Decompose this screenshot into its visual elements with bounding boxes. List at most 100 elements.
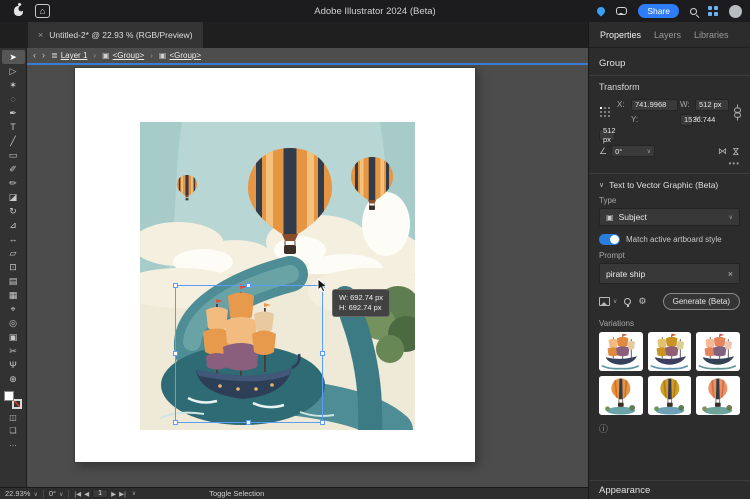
variation-thumbnail-1[interactable] (599, 332, 643, 371)
artboard-number-field[interactable]: 1 (92, 489, 108, 498)
w-label: W: (680, 100, 693, 109)
h-input[interactable]: 512 px (599, 129, 615, 141)
selection-handle[interactable] (173, 420, 178, 425)
gear-icon[interactable]: ⚙ (638, 296, 646, 307)
variation-thumbnail-4[interactable] (599, 376, 643, 415)
eraser-tool[interactable]: ◪ (2, 190, 25, 204)
edit-toolbar-ellipsis[interactable]: … (9, 439, 17, 448)
subject-icon: ▣ (606, 213, 614, 222)
lightbulb-icon[interactable] (624, 298, 631, 305)
subject-type-value: Subject (619, 212, 724, 222)
breadcrumb-item[interactable]: ▣<Group> (159, 51, 201, 60)
slice-tool[interactable]: ✂ (2, 344, 25, 358)
breadcrumb-item[interactable]: ≣Layer 1 (51, 51, 87, 60)
style-picker-icon[interactable] (599, 297, 610, 306)
back-chevron-icon[interactable]: ‹ (33, 51, 36, 60)
ttv-section-header[interactable]: ∨ Text to Vector Graphic (Beta) (599, 180, 740, 190)
w-input[interactable]: 512 px (695, 99, 729, 111)
clear-prompt-icon[interactable]: × (728, 269, 733, 279)
reference-point-locator[interactable] (599, 106, 611, 118)
type-tool[interactable]: T (2, 120, 25, 134)
rotation-angle-select[interactable]: 0°∨ (611, 145, 655, 157)
share-button[interactable]: Share (638, 4, 679, 18)
comments-icon[interactable] (616, 7, 627, 15)
artboard-tool[interactable]: ▣ (2, 330, 25, 344)
prompt-input[interactable]: pirate ship × (599, 263, 740, 284)
shape-builder-tool[interactable]: ⊡ (2, 260, 25, 274)
width-tool[interactable]: ↔ (2, 232, 25, 246)
pen-tool[interactable]: ✒ (2, 106, 25, 120)
close-tab-icon[interactable]: × (38, 30, 43, 40)
mouse-cursor-icon (317, 278, 328, 298)
generate-button[interactable]: Generate (Beta) (663, 293, 740, 310)
selection-handle[interactable] (246, 420, 251, 425)
direct-selection-tool[interactable]: ▷ (2, 64, 25, 78)
first-artboard-button[interactable]: |◀ (74, 490, 81, 498)
subject-type-dropdown[interactable]: ▣ Subject ∨ (599, 208, 740, 226)
paintbrush-tool[interactable]: ✐ (2, 162, 25, 176)
flip-horizontal-icon[interactable]: ⋈ (718, 146, 727, 157)
panel-tab-layers[interactable]: Layers (654, 30, 681, 40)
fill-stroke-swatches[interactable] (4, 391, 22, 409)
selection-handle[interactable] (246, 283, 251, 288)
droplet-icon[interactable] (596, 5, 607, 16)
panel-tab-properties[interactable]: Properties (600, 30, 641, 40)
variation-thumbnail-5[interactable] (648, 376, 692, 415)
breadcrumb-item[interactable]: ▣<Group> (102, 51, 144, 60)
hand-tool[interactable]: Ψ (2, 358, 25, 372)
panel-tabs: Properties Layers Libraries (589, 22, 750, 48)
document-tab[interactable]: × Untitled-2* @ 22.93 % (RGB/Preview) (28, 22, 203, 48)
prompt-value: pirate ship (606, 269, 728, 279)
draw-mode-icon[interactable]: ◫ (9, 413, 17, 422)
line-segment-tool[interactable]: ╱ (2, 134, 25, 148)
selection-bounding-box[interactable] (175, 285, 323, 423)
y-input[interactable]: 1536.744 (680, 114, 693, 126)
macos-menubar: ⌂ Adobe Illustrator 2024 (Beta) Share (0, 0, 750, 22)
variations-grid (599, 332, 740, 415)
variation-thumbnail-2[interactable] (648, 332, 692, 371)
last-artboard-button[interactable]: ▶| (119, 490, 126, 498)
scale-tool[interactable]: ⊿ (2, 218, 25, 232)
flip-vertical-icon[interactable]: ⋈ (730, 147, 741, 156)
selection-handle[interactable] (320, 420, 325, 425)
gradient-tool[interactable]: ▤ (2, 274, 25, 288)
free-transform-tool[interactable]: ▱ (2, 246, 25, 260)
account-avatar[interactable] (729, 5, 742, 18)
previous-artboard-button[interactable]: ◀ (84, 490, 89, 498)
next-artboard-button[interactable]: ▶ (111, 490, 116, 498)
apps-grid-icon[interactable] (708, 6, 718, 16)
fill-swatch[interactable] (4, 391, 14, 401)
document-tab-title: Untitled-2* @ 22.93 % (RGB/Preview) (49, 30, 192, 40)
variation-thumbnail-6[interactable] (696, 376, 740, 415)
layer-icon: ≣ (51, 51, 58, 60)
zoom-level-select[interactable]: 22.93%∨ (5, 489, 38, 498)
lasso-tool[interactable]: ◌ (2, 92, 25, 106)
more-options-button[interactable]: ••• (599, 159, 740, 168)
info-icon[interactable]: ⓘ (599, 422, 740, 435)
panel-tab-libraries[interactable]: Libraries (694, 30, 729, 40)
document-tabbar: × Untitled-2* @ 22.93 % (RGB/Preview) (0, 22, 588, 48)
zoom-tool[interactable]: ⊕ (2, 372, 25, 386)
constrain-proportions-icon[interactable] (731, 104, 743, 121)
selection-tool[interactable]: ➤ (2, 50, 25, 64)
canvas-area[interactable]: W: 692.74 px H: 692.74 px (27, 65, 588, 487)
selection-handle[interactable] (173, 283, 178, 288)
appearance-section-label: Appearance (599, 485, 650, 496)
variation-thumbnail-3[interactable] (696, 332, 740, 371)
mesh-tool[interactable]: ▦ (2, 288, 25, 302)
blend-tool[interactable]: ◎ (2, 316, 25, 330)
search-icon[interactable] (690, 8, 697, 15)
pencil-tool[interactable]: ✏ (2, 176, 25, 190)
selection-handle[interactable] (320, 351, 325, 356)
rotation-select[interactable]: 0°∨ (49, 489, 64, 498)
chevron-down-icon: ∨ (132, 490, 136, 497)
screen-mode-icon[interactable]: ❏ (9, 426, 16, 435)
magic-wand-tool[interactable]: ✶ (2, 78, 25, 92)
rotate-tool[interactable]: ↻ (2, 204, 25, 218)
forward-chevron-icon[interactable]: › (42, 51, 45, 60)
eyedropper-tool[interactable]: ⌖ (2, 302, 25, 316)
match-artboard-style-toggle[interactable] (599, 234, 620, 245)
x-input[interactable]: 741.9968 (631, 99, 678, 111)
rectangle-tool[interactable]: ▭ (2, 148, 25, 162)
selection-handle[interactable] (173, 351, 178, 356)
